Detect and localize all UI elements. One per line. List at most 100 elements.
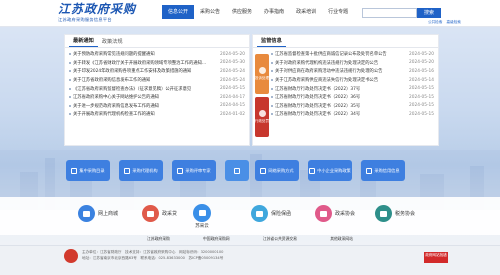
list-item[interactable]: 关于对政府采购代理机构违法违规行为处理决定的公告 2024-05-20	[271, 59, 434, 68]
item-title[interactable]: 江苏省政府采购中心关于网站维护公告的通知	[73, 94, 213, 100]
tab-policies[interactable]: 政策法规	[98, 38, 127, 47]
item-date: 2024-05-15	[220, 86, 245, 92]
list-item[interactable]: 关于进一步规范政府采购信息发布工作的通知 2024-04-15	[69, 102, 245, 111]
nav-procurement-notices[interactable]: 采购公告	[194, 5, 226, 19]
service-catalog-button[interactable]: 集中采购目录	[66, 160, 110, 181]
bullet-icon	[271, 87, 273, 90]
agency-icon	[124, 167, 131, 174]
list-item[interactable]: 《江苏省政府采购监督检查办法》（征求意见稿）公开征求意见 2024-05-15	[69, 84, 245, 93]
item-title[interactable]: 关于印发2024年政府采购各项重点工作安排及政策措施的通知	[73, 68, 213, 74]
expert-icon	[177, 167, 184, 174]
complaint-handling-button[interactable]: 投诉处理	[255, 54, 269, 94]
link-jiangsu-procurement[interactable]: 江苏政府采购	[147, 236, 170, 242]
list-item[interactable]: 关于开展政府采购代理机构检查工作的通知 2024-01-02	[69, 110, 245, 119]
list-item[interactable]: 关于江苏政府采购供应商违法失信行为处理决定书公告 2024-05-14	[271, 76, 434, 85]
site-header: 江苏政府采购 江苏政府采购服务信息平台 信息公开 采购公告 供应服务 办事指南 …	[0, 0, 500, 27]
item-date: 2024-05-20	[409, 60, 434, 66]
list-item[interactable]: 江苏省财政厅行政处罚决定书（2022）37号 2024-05-15	[271, 84, 434, 93]
mall-icon	[78, 205, 95, 222]
footer-line: 地址：江苏省南京市北京西路63号 联系电话：025-83633000 苏ICP备…	[82, 256, 224, 260]
app-insurance[interactable]: 保险保函	[251, 205, 291, 222]
app-loan[interactable]: 政采贷	[142, 205, 177, 222]
item-date: 2024-05-20	[220, 51, 245, 57]
nav-supplier-service[interactable]: 供应服务	[226, 5, 258, 19]
list-item[interactable]: 江苏省财政厅行政处罚决定书（2022）35号 2024-05-15	[271, 102, 434, 111]
item-title[interactable]: 关于预防政府采购常见违规问题的提醒通知	[73, 51, 213, 57]
app-online-mall[interactable]: 网上商城	[78, 205, 118, 222]
service-method-button[interactable]: 网络采购方式	[255, 160, 299, 181]
bullet-icon	[69, 113, 71, 116]
item-title[interactable]: 关于对政府采购代理机构违法违规行为处理决定的公告	[275, 60, 402, 66]
item-title[interactable]: 江苏省财政厅行政处罚决定书（2022）37号	[275, 86, 402, 92]
item-date: 2024-05-15	[409, 94, 434, 100]
item-title[interactable]: 关于江苏省政府采购信息发布工作的通知	[73, 77, 213, 83]
item-title[interactable]: 关于对供应商在政府采购活动中违法违规行为处理的公告	[275, 68, 402, 74]
list-item[interactable]: 江苏省监督检查第十批供应商诚信记录公布及处罚名单公告 2024-05-20	[271, 50, 434, 59]
service-reviewer-button[interactable]	[225, 160, 249, 181]
app-sucaiyun[interactable]: 苏采云	[193, 204, 211, 229]
service-label: 采购代理机构	[132, 168, 158, 173]
regulatory-side: 投诉处理 行政处罚	[253, 48, 271, 140]
search-input[interactable]	[362, 8, 417, 18]
list-item[interactable]: 关于对供应商在政府采购活动中违法违规行为处理的公告 2024-05-16	[271, 67, 434, 76]
service-sme-button[interactable]: 中小企业采购政策	[308, 160, 352, 181]
bullet-icon	[69, 61, 71, 64]
bullet-icon	[69, 79, 71, 82]
bullet-icon	[69, 70, 71, 73]
item-date: 2024-04-15	[220, 103, 245, 109]
tab-regulatory-info[interactable]: 监管信息	[257, 37, 286, 47]
logo-subtitle: 江苏政府采购服务信息平台	[58, 17, 112, 22]
admin-penalty-button[interactable]: 行政处罚	[255, 97, 269, 137]
search-button[interactable]: 搜索	[417, 8, 441, 18]
list-item[interactable]: 关于转发《江苏省财政厅关于开展政府采购领域专项整治工作的通知》的通知 2024-0…	[69, 59, 245, 68]
association-icon	[315, 205, 332, 222]
nav-info-disclosure[interactable]: 信息公开	[162, 5, 195, 19]
link-public-resources[interactable]: 江苏省公共资源交易	[263, 236, 297, 242]
report-error-badge[interactable]: 政府网站找错	[424, 252, 448, 263]
nav-training[interactable]: 政采培训	[290, 5, 322, 19]
app-label: 政采协会	[335, 211, 356, 217]
notice-panel: 最新通知 政策法规 关于预防政府采购常见违规问题的提醒通知 2024-05-20 …	[64, 34, 250, 146]
main-nav: 信息公开 采购公告 供应服务 办事指南 政采培训 行业专题	[162, 5, 354, 19]
notice-list: 关于预防政府采购常见违规问题的提醒通知 2024-05-20 关于转发《江苏省财政…	[65, 48, 249, 121]
service-label: 网络采购方式	[268, 168, 294, 173]
service-expert-button[interactable]: 采购评审专家	[172, 160, 216, 181]
item-title[interactable]: 关于转发《江苏省财政厅关于开展政府采购领域专项整治工作的通知》的通知	[73, 60, 213, 66]
app-association[interactable]: 政采协会	[315, 205, 355, 222]
app-label: 苏采云	[195, 224, 209, 229]
item-date: 2024-05-24	[220, 68, 245, 74]
item-title[interactable]: 江苏省监督检查第十批供应商诚信记录公布及处罚名单公告	[275, 51, 402, 57]
tab-latest-notices[interactable]: 最新通知	[69, 37, 98, 47]
link-other-sites[interactable]: 其他政采网站	[330, 236, 353, 242]
item-date: 2024-04-17	[220, 94, 245, 100]
list-item[interactable]: 江苏省政府采购中心关于网站维护公告的通知 2024-04-17	[69, 93, 245, 102]
item-title[interactable]: 《江苏省政府采购监督检查办法》（征求意见稿）公开征求意见	[73, 86, 213, 92]
item-title[interactable]: 江苏省财政厅行政处罚决定书（2022）35号	[275, 103, 402, 109]
link-china-procurement[interactable]: 中国政府采购网	[203, 236, 230, 242]
public-search-link[interactable]: 公共检索	[428, 20, 442, 24]
item-title[interactable]: 关于开展政府采购代理机构检查工作的通知	[73, 111, 213, 117]
method-icon	[260, 167, 267, 174]
item-date: 2024-05-15	[409, 111, 434, 117]
list-item[interactable]: 江苏省财政厅行政处罚决定书（2022）36号 2024-05-15	[271, 93, 434, 102]
site-logo[interactable]: 江苏政府采购 江苏政府采购服务信息平台	[58, 3, 153, 25]
app-label: 政采贷	[162, 211, 178, 217]
service-agency-button[interactable]: 采购代理机构	[119, 160, 163, 181]
item-title[interactable]: 关于江苏政府采购供应商违法失信行为处理决定书公告	[275, 77, 402, 83]
nav-guide[interactable]: 办事指南	[258, 5, 290, 19]
service-credit-button[interactable]: 采购信用信息	[361, 160, 405, 181]
item-title[interactable]: 江苏省财政厅行政处罚决定书（2022）36号	[275, 94, 402, 100]
list-item[interactable]: 江苏省财政厅行政处罚决定书（2022）34号 2024-05-15	[271, 110, 434, 119]
tax-icon	[375, 205, 392, 222]
cloud-icon	[193, 204, 211, 222]
item-title[interactable]: 关于进一步规范政府采购信息发布工作的通知	[73, 103, 213, 109]
list-item[interactable]: 关于江苏省政府采购信息发布工作的通知 2024-05-24	[69, 76, 245, 85]
insurance-icon	[251, 205, 268, 222]
app-band	[0, 197, 500, 235]
list-item[interactable]: 关于印发2024年政府采购各项重点工作安排及政策措施的通知 2024-05-24	[69, 67, 245, 76]
list-item[interactable]: 关于预防政府采购常见违规问题的提醒通知 2024-05-20	[69, 50, 245, 59]
app-tax-association[interactable]: 税务协会	[375, 205, 415, 222]
nav-topics[interactable]: 行业专题	[322, 5, 354, 19]
item-title[interactable]: 江苏省财政厅行政处罚决定书（2022）34号	[275, 111, 402, 117]
advanced-search-link[interactable]: 高级检索	[447, 20, 461, 24]
